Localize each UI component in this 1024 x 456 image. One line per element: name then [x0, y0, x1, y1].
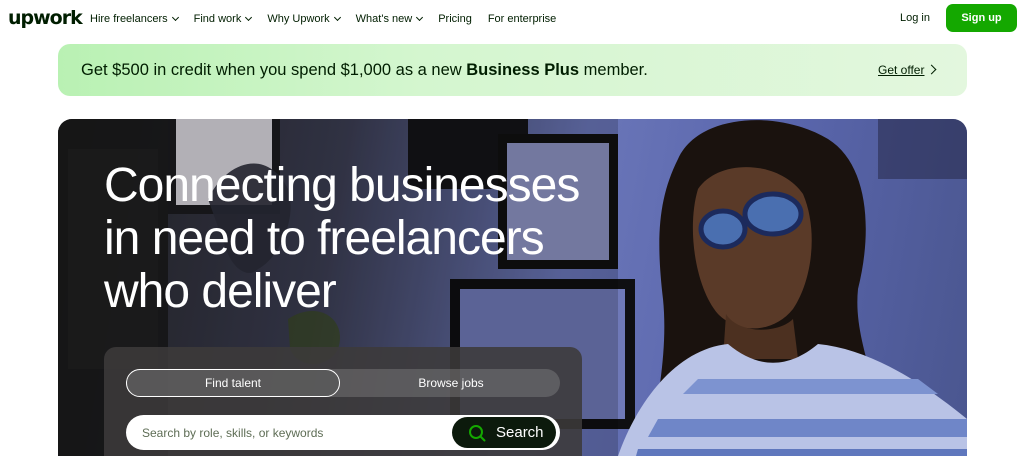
- nav-find-work[interactable]: Find work: [193, 12, 253, 25]
- hero-heading: Connecting businesses in need to freelan…: [104, 159, 664, 318]
- promo-text-end: member.: [579, 61, 648, 79]
- promo-text: Get $500 in credit when you spend $1,000…: [81, 61, 648, 80]
- tab-find-talent[interactable]: Find talent: [126, 369, 340, 397]
- chevron-down-icon: [171, 13, 179, 21]
- nav-links: Hire freelancers Find work Why Upwork Wh…: [90, 0, 572, 37]
- chevron-down-icon: [416, 13, 424, 21]
- nav-for-enterprise[interactable]: For enterprise: [488, 13, 556, 25]
- nav-pricing[interactable]: Pricing: [438, 13, 472, 25]
- search-icon: [469, 424, 486, 441]
- nav-link-label: Hire freelancers: [90, 12, 168, 25]
- nav-link-label: Find work: [193, 12, 242, 25]
- login-link[interactable]: Log in: [900, 12, 930, 24]
- search-input[interactable]: [142, 423, 442, 443]
- signup-button[interactable]: Sign up: [946, 4, 1017, 32]
- hero-heading-line: who deliver: [104, 265, 337, 318]
- get-offer-link[interactable]: Get offer: [878, 63, 924, 77]
- search-mode-tabs: Find talent Browse jobs: [126, 369, 560, 397]
- top-navigation: upwork Hire freelancers Find work Why Up…: [0, 0, 1024, 37]
- search-field: Search: [126, 415, 560, 450]
- upwork-logo[interactable]: upwork: [8, 7, 83, 29]
- promo-banner: Get $500 in credit when you spend $1,000…: [58, 44, 967, 96]
- search-button-label: Search: [496, 424, 544, 441]
- chevron-down-icon: [245, 13, 253, 21]
- hero-heading-line: Connecting businesses: [104, 159, 580, 212]
- search-button[interactable]: Search: [452, 417, 556, 448]
- nav-link-label: For enterprise: [487, 12, 557, 25]
- hero-section: Connecting businesses in need to freelan…: [58, 119, 967, 456]
- promo-text-start: Get $500 in credit when you spend $1,000…: [81, 61, 467, 79]
- tab-browse-jobs[interactable]: Browse jobs: [342, 369, 560, 397]
- chevron-right-icon[interactable]: [926, 64, 937, 75]
- promo-text-bold: Business Plus: [466, 61, 580, 79]
- nav-link-label: What's new: [355, 12, 413, 25]
- search-card: Find talent Browse jobs Search: [104, 347, 582, 456]
- nav-whats-new[interactable]: What's new: [355, 12, 424, 25]
- nav-link-label: Why Upwork: [267, 12, 330, 25]
- nav-why-upwork[interactable]: Why Upwork: [267, 12, 341, 25]
- nav-hire-freelancers[interactable]: Hire freelancers: [90, 12, 179, 25]
- nav-link-label: Pricing: [438, 12, 472, 25]
- hero-heading-line: in need to freelancers: [104, 212, 545, 265]
- chevron-down-icon: [333, 13, 341, 21]
